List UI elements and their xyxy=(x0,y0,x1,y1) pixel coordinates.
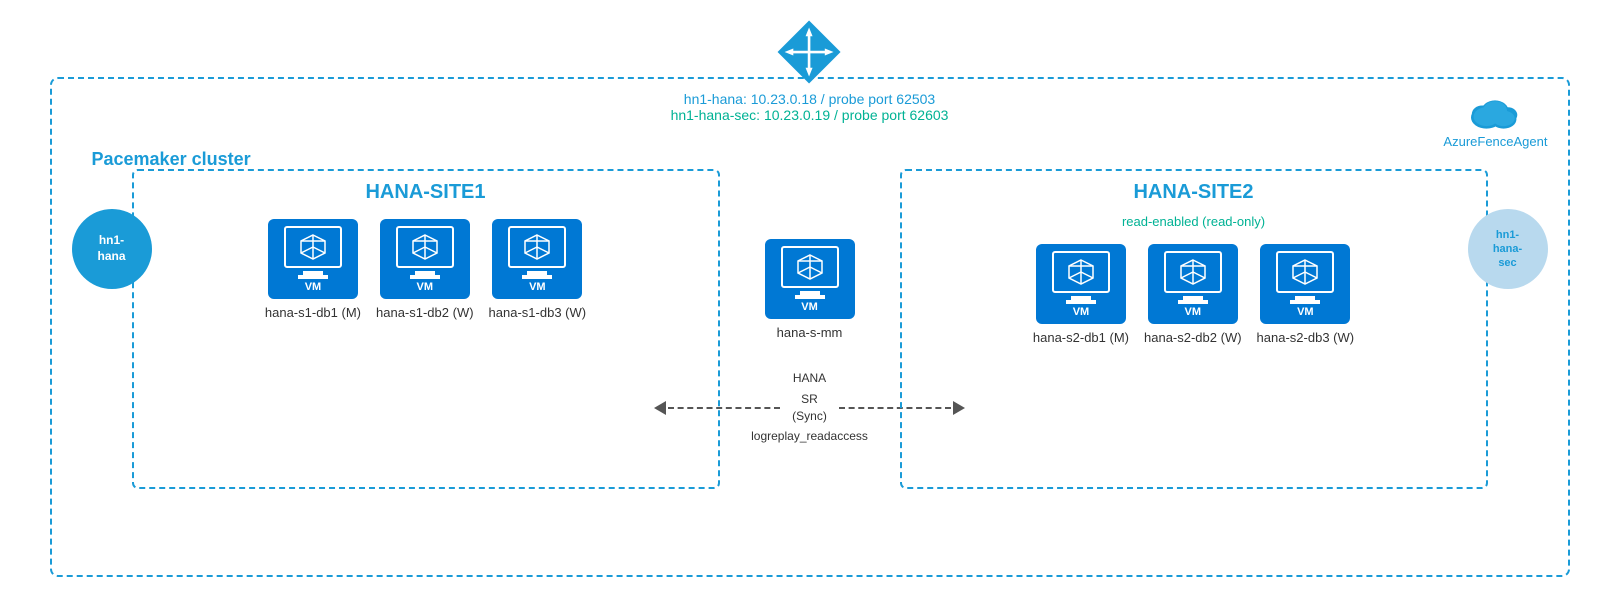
azure-fence-label: AzureFenceAgent xyxy=(1443,134,1547,149)
cube-icon-s1-db2 xyxy=(409,231,441,263)
azure-cloud-icon xyxy=(1465,89,1525,134)
vm-icon-s1-db3: VM xyxy=(492,219,582,299)
site2-box: HANA-SITE2 read-enabled (read-only) xyxy=(900,169,1488,489)
vm-icon-s1-db2: VM xyxy=(380,219,470,299)
site1-title: HANA-SITE1 xyxy=(149,181,703,204)
vm-icon-s2-db3: VM xyxy=(1260,244,1350,324)
cube-icon-s2-db1 xyxy=(1065,256,1097,288)
vip-label-site1: hn1- hana xyxy=(97,233,125,264)
cube-icon-s2-db2 xyxy=(1177,256,1209,288)
mm-vm-name: hana-s-mm xyxy=(777,325,843,340)
site2-title: HANA-SITE2 xyxy=(917,181,1471,204)
diagram-container: hn1-hana: 10.23.0.18 / probe port 62503 … xyxy=(30,17,1590,587)
cube-icon-s1-db1 xyxy=(297,231,329,263)
vm-icon-mm: VM xyxy=(765,239,855,319)
vm-name-s1-db1: hana-s1-db1 (M) xyxy=(265,305,361,320)
vm-name-s1-db2: hana-s1-db2 (W) xyxy=(376,305,474,320)
middle-mm-container: VM hana-s-mm HANA SR (Sync) logreplay_re… xyxy=(720,169,900,445)
cube-icon-s2-db3 xyxy=(1289,256,1321,288)
site1-box: HANA-SITE1 xyxy=(132,169,720,489)
vm-icon-s2-db2: VM xyxy=(1148,244,1238,324)
vm-name-s2-db1: hana-s2-db1 (M) xyxy=(1033,330,1129,345)
vm-icon-s2-db1: VM xyxy=(1036,244,1126,324)
vm-name-s1-db3: hana-s1-db3 (W) xyxy=(489,305,587,320)
cube-icon-s1-db3 xyxy=(521,231,553,263)
hana-sr-line2: SR (Sync) xyxy=(780,391,839,425)
vm-icon-s1-db1: VM xyxy=(268,219,358,299)
cube-icon-mm xyxy=(794,251,826,283)
vm-name-s2-db3: hana-s2-db3 (W) xyxy=(1257,330,1355,345)
mm-vm-card: VM hana-s-mm xyxy=(765,239,855,340)
vm-card-s2-db2: VM hana-s2-db2 (W) xyxy=(1144,244,1242,345)
pacemaker-cluster-border: Pacemaker cluster AzureFenceAgent hn1- xyxy=(50,77,1570,577)
vm-card-s2-db1: VM hana-s2-db1 (M) xyxy=(1033,244,1129,345)
vm-card-s2-db3: VM hana-s2-db3 (W) xyxy=(1257,244,1355,345)
azure-fence-agent: AzureFenceAgent xyxy=(1443,89,1547,149)
read-enabled-label: read-enabled (read-only) xyxy=(917,214,1471,229)
pacemaker-label: Pacemaker cluster xyxy=(92,149,251,170)
hana-sr-line1: HANA xyxy=(793,370,826,387)
vm-name-s2-db2: hana-s2-db2 (W) xyxy=(1144,330,1242,345)
vip-label-site2: hn1- hana- sec xyxy=(1493,228,1522,271)
vm-card-s1-db3: VM hana-s1-db3 (W) xyxy=(489,219,587,320)
vm-card-s1-db2: VM hana-s1-db2 (W) xyxy=(376,219,474,320)
vip-circle-site1: hn1- hana xyxy=(72,209,152,289)
vip-circle-site2: hn1- hana- sec xyxy=(1468,209,1548,289)
vm-card-s1-db1: VM hana-s1-db1 (M) xyxy=(265,219,361,320)
hana-sr-line3: logreplay_readaccess xyxy=(751,428,868,445)
